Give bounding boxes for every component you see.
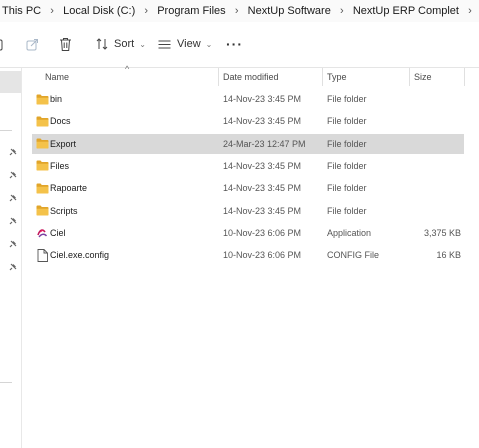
file-date-modified: 10-Nov-23 6:06 PM — [223, 250, 302, 261]
file-name: Ciel — [50, 227, 66, 238]
folder-icon — [35, 89, 49, 109]
column-divider[interactable] — [218, 68, 219, 86]
delete-button[interactable] — [59, 37, 72, 52]
paste-button[interactable] — [0, 39, 4, 51]
file-size — [392, 111, 461, 131]
chevron-right-icon[interactable]: › — [43, 5, 61, 17]
file-size — [392, 134, 461, 154]
breadcrumb-nextup-erp[interactable]: NextUp ERP Complet — [351, 5, 461, 17]
pin-icon[interactable] — [8, 171, 17, 180]
file-type: File folder — [327, 183, 367, 194]
pin-icon[interactable] — [8, 240, 17, 249]
file-name: Rapoarte — [50, 183, 88, 194]
file-name: Scripts — [50, 205, 78, 216]
pin-icon[interactable] — [8, 194, 17, 203]
file-date-modified: 14-Nov-23 3:45 PM — [223, 183, 302, 194]
table-row[interactable]: bin 14-Nov-23 3:45 PM File folder — [32, 89, 464, 109]
chevron-right-icon[interactable]: › — [228, 5, 246, 17]
breadcrumb-local-disk[interactable]: Local Disk (C:) — [61, 5, 137, 17]
file-size — [392, 201, 461, 221]
file-date-modified: 14-Nov-23 3:45 PM — [223, 94, 302, 104]
file-type: File folder — [327, 116, 367, 127]
table-row[interactable]: Export 24-Mar-23 12:47 PM File folder — [32, 133, 464, 154]
file-size — [392, 89, 461, 109]
column-header-date[interactable]: Date modified — [223, 68, 323, 86]
column-header-name[interactable]: Name — [45, 68, 218, 86]
more-options-button[interactable]: ··· — [226, 36, 243, 52]
file-date-modified: 14-Nov-23 3:45 PM — [223, 116, 302, 127]
table-row[interactable]: Rapoarte 14-Nov-23 3:45 PM File folder — [32, 178, 464, 198]
command-bar: Sort ⌄ View ⌄ ··· — [0, 22, 479, 68]
file-explorer-window: This PC › Local Disk (C:) › Program File… — [0, 0, 479, 448]
file-type: File folder — [327, 138, 367, 149]
chevron-right-icon[interactable]: › — [333, 5, 351, 17]
file-date-modified: 14-Nov-23 3:45 PM — [223, 160, 302, 171]
file-size — [392, 156, 461, 176]
file-name: Export — [50, 138, 77, 149]
file-size — [392, 178, 461, 198]
share-button[interactable] — [26, 38, 39, 51]
pin-icon[interactable] — [8, 217, 17, 226]
navigation-pane — [0, 68, 22, 448]
column-divider[interactable] — [464, 68, 465, 86]
file-date-modified: 10-Nov-23 6:06 PM — [223, 227, 302, 238]
file-list: ^ Name Date modified Type Size bin 14-Nov… — [22, 64, 479, 448]
config-file-icon — [35, 245, 49, 265]
table-row[interactable]: Ciel 10-Nov-23 6:06 PM Application 3,375 KB — [32, 223, 464, 243]
column-divider[interactable] — [322, 68, 323, 86]
table-row[interactable]: Files 14-Nov-23 3:45 PM File folder — [32, 156, 464, 176]
file-type: CONFIG File — [327, 250, 380, 261]
nav-item-selected[interactable] — [0, 71, 21, 93]
breadcrumb-nextup-software[interactable]: NextUp Software — [246, 5, 333, 17]
ciel-app-icon — [35, 223, 49, 243]
breadcrumb-this-pc[interactable]: This PC — [0, 5, 43, 17]
file-name: bin — [50, 94, 63, 104]
breadcrumb-program-files[interactable]: Program Files — [155, 5, 227, 17]
table-row[interactable]: Scripts 14-Nov-23 3:45 PM File folder — [32, 201, 464, 221]
table-row[interactable]: Docs 14-Nov-23 3:45 PM File folder — [32, 111, 464, 131]
sort-label: Sort — [114, 38, 135, 50]
view-label: View — [177, 38, 201, 50]
file-name: Docs — [50, 116, 71, 127]
file-type: File folder — [327, 94, 367, 104]
chevron-right-icon[interactable]: › — [137, 5, 155, 17]
folder-icon — [35, 178, 49, 198]
pin-icon[interactable] — [8, 148, 17, 157]
file-date-modified: 14-Nov-23 3:45 PM — [223, 205, 302, 216]
column-header-type[interactable]: Type — [327, 68, 409, 86]
sort-button[interactable]: Sort ⌄ — [96, 38, 146, 50]
nav-divider — [0, 130, 12, 131]
share-icon — [26, 39, 38, 51]
file-date-modified: 24-Mar-23 12:47 PM — [223, 138, 306, 149]
breadcrumb: This PC › Local Disk (C:) › Program File… — [0, 0, 479, 22]
column-header-size[interactable]: Size — [414, 68, 464, 86]
pin-icon[interactable] — [8, 263, 17, 272]
folder-icon — [35, 134, 49, 154]
trash-icon — [60, 38, 71, 51]
file-type: File folder — [327, 205, 367, 216]
chevron-down-icon: ⌄ — [205, 39, 213, 49]
column-divider[interactable] — [409, 68, 410, 86]
folder-icon — [35, 201, 49, 221]
paste-icon — [0, 39, 3, 51]
file-type: Application — [327, 227, 372, 238]
chevron-right-icon[interactable]: › — [461, 5, 479, 17]
file-name: Ciel.exe.config — [50, 250, 110, 261]
view-list-icon — [158, 39, 171, 50]
sort-icon — [96, 38, 108, 50]
view-button[interactable]: View ⌄ — [158, 38, 212, 50]
folder-icon — [35, 111, 49, 131]
file-size: 16 KB — [436, 250, 461, 261]
file-type: File folder — [327, 160, 367, 171]
nav-divider — [0, 382, 12, 383]
file-size: 3,375 KB — [423, 227, 461, 238]
chevron-down-icon: ⌄ — [139, 39, 146, 49]
file-name: Files — [50, 160, 70, 171]
table-row[interactable]: Ciel.exe.config 10-Nov-23 6:06 PM CONFIG F… — [32, 245, 464, 265]
folder-icon — [35, 156, 49, 176]
